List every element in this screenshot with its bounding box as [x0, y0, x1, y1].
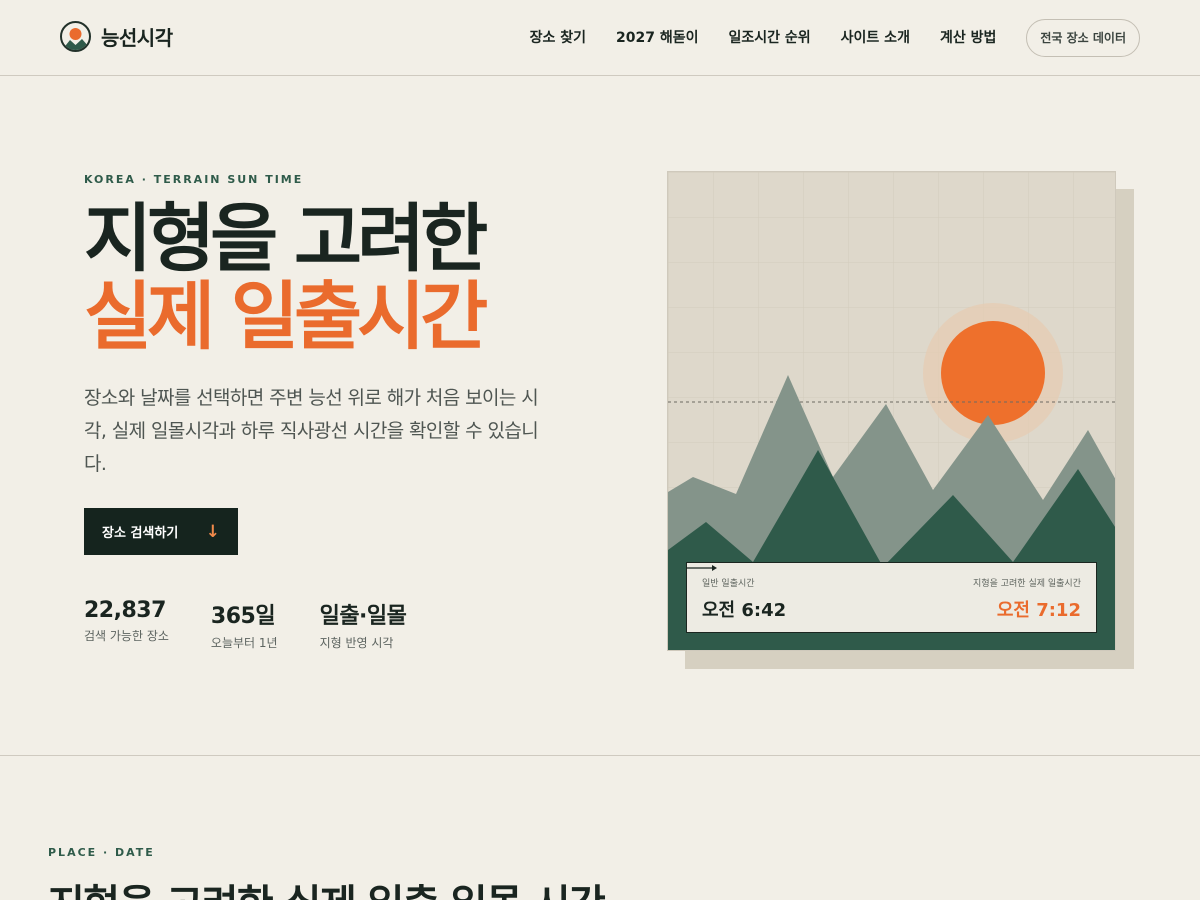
nav-item-about[interactable]: 사이트 소개: [841, 19, 910, 57]
place-search-button-label: 장소 검색하기: [102, 526, 179, 541]
nav-item-sunlight-ranking[interactable]: 일조시간 순위: [729, 19, 811, 57]
terrain-sunrise-time: 오전 7:12: [996, 600, 1081, 621]
brand-name: 능선시각: [101, 26, 173, 50]
section2-eyebrow: PLACE · DATE: [48, 846, 155, 859]
nav-item-sunrise-2027[interactable]: 2027 해돋이: [616, 19, 698, 57]
arrow-right-icon: [687, 565, 717, 571]
stat-value: 일출·일몰: [319, 604, 407, 629]
arrow-down-icon: ↓: [205, 521, 220, 542]
section-divider: [0, 755, 1200, 756]
sun-over-mountain-icon: [60, 21, 91, 52]
hero-stats: 22,837 검색 가능한 장소 365일 오늘부터 1년 일출·일몰 지형 반…: [84, 598, 448, 651]
section2-title: 지형을 고려한 실제 일출 일몰 시간: [48, 872, 606, 900]
stat-places: 22,837 검색 가능한 장소: [84, 598, 169, 651]
terrain-sunrise-caption: 지형을 고려한 실제 일출시간: [973, 579, 1081, 589]
brand-logo[interactable]: 능선시각: [60, 21, 173, 52]
hero-title-line2: 실제 일출시간: [84, 274, 488, 360]
stat-days: 365일 오늘부터 1년: [211, 598, 278, 651]
standard-sunrise: 일반 일출시간 오전 6:42: [702, 576, 786, 622]
standard-sunrise-time: 오전 6:42: [702, 600, 787, 621]
terrain-sunrise-illustration: 일반 일출시간 오전 6:42 지형을 고려한 실제 일출시간 오전 7:12: [667, 171, 1116, 651]
main-nav: 장소 찾기 2027 해돋이 일조시간 순위 사이트 소개 계산 방법 전국 장…: [500, 19, 1140, 57]
sunrise-comparison-card: 일반 일출시간 오전 6:42 지형을 고려한 실제 일출시간 오전 7:12: [686, 562, 1097, 633]
stat-label: 지형 반영 시각: [319, 636, 394, 650]
place-search-button[interactable]: 장소 검색하기 ↓: [84, 508, 238, 555]
site-header: 능선시각 장소 찾기 2027 해돋이 일조시간 순위 사이트 소개 계산 방법…: [0, 0, 1200, 76]
national-data-button[interactable]: 전국 장소 데이터: [1026, 19, 1140, 57]
nav-item-method[interactable]: 계산 방법: [940, 19, 996, 57]
hero-title-line1: 지형을 고려한: [84, 196, 488, 282]
stat-value: 365일: [210, 604, 276, 629]
stat-label: 오늘부터 1년: [210, 636, 278, 650]
hero-description: 장소와 날짜를 선택하면 주변 능선 위로 해가 처음 보이는 시각, 실제 일…: [84, 387, 539, 475]
standard-sunrise-caption: 일반 일출시간: [702, 579, 755, 589]
terrain-sunrise: 지형을 고려한 실제 일출시간 오전 7:12: [973, 576, 1081, 622]
nav-item-place-search[interactable]: 장소 찾기: [530, 19, 586, 57]
stat-label: 검색 가능한 장소: [84, 629, 169, 643]
stat-value: 22,837: [84, 598, 166, 623]
hero-title: 지형을 고려한 실제 일출시간: [84, 196, 488, 360]
hero-eyebrow: KOREA · TERRAIN SUN TIME: [84, 173, 304, 186]
stat-sunrise-sunset: 일출·일몰 지형 반영 시각: [320, 598, 407, 651]
